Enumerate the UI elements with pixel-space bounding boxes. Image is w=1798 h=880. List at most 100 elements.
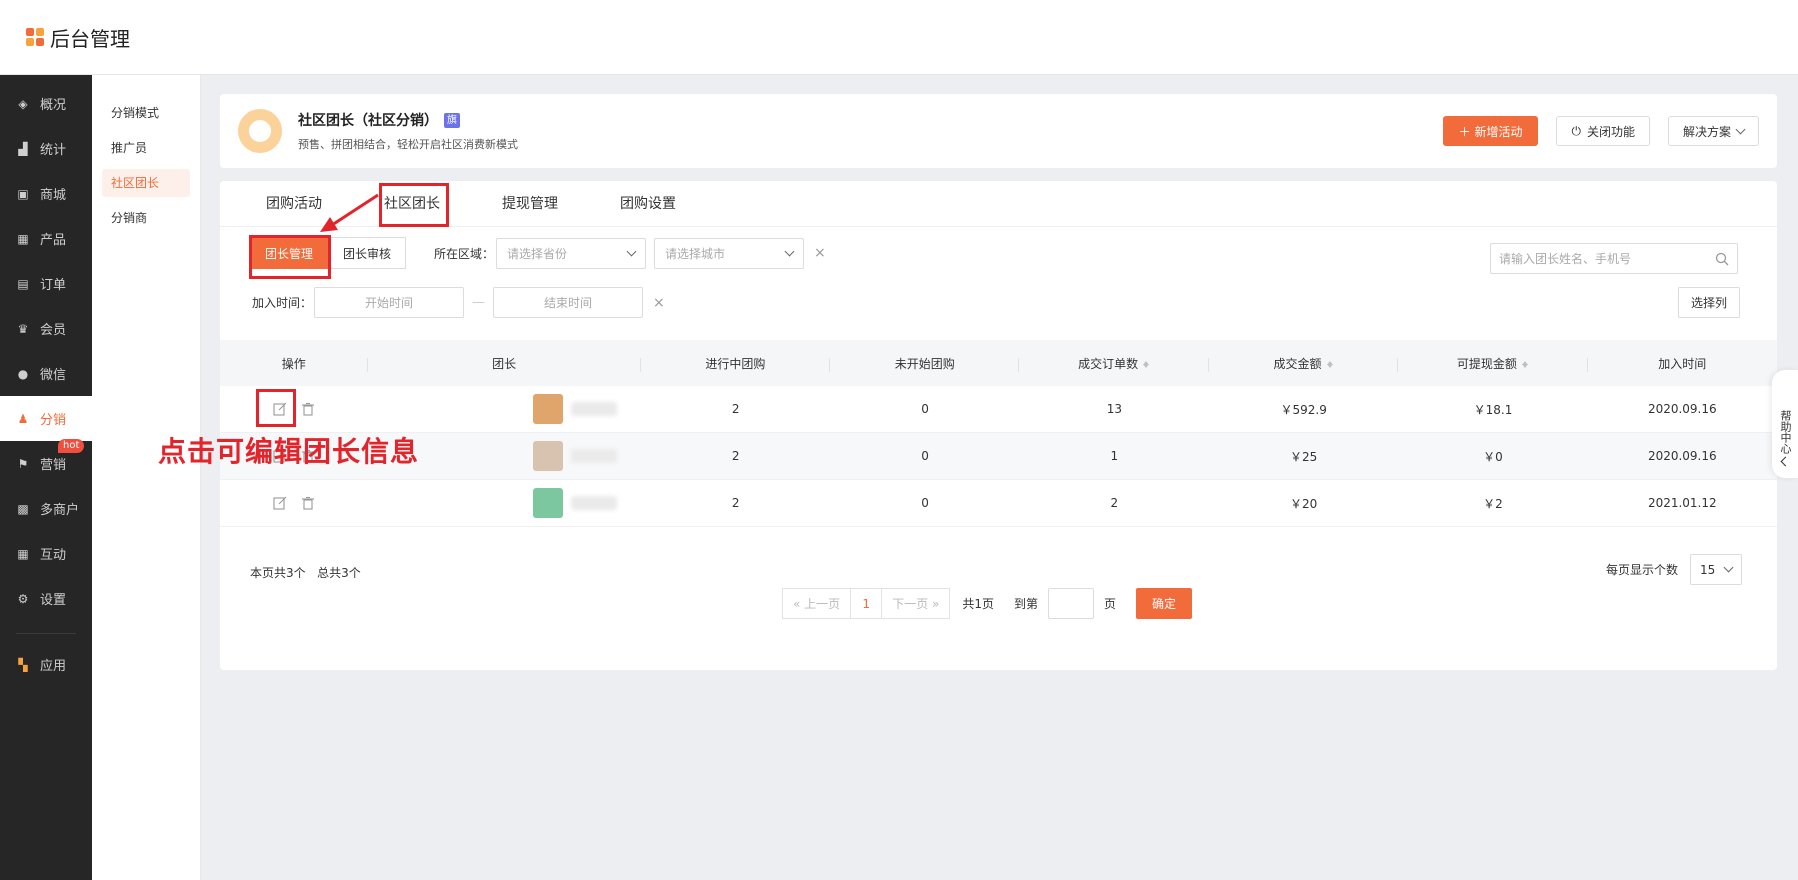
cell-withdrawable: ￥18.1 — [1473, 402, 1513, 417]
close-feature-label: 关闭功能 — [1586, 124, 1635, 139]
province-select[interactable]: 请选择省份 — [496, 237, 647, 269]
delete-icon[interactable] — [300, 495, 316, 511]
shop-icon: ▣ — [17, 186, 29, 201]
leader-review-button[interactable]: 团长审核 — [328, 237, 407, 269]
leader-avatar — [533, 488, 564, 518]
sidebar-item-label: 互动 — [40, 548, 67, 563]
sidebar-item-members[interactable]: ♛ 会员 — [0, 306, 92, 351]
chart-icon: ▟ — [18, 141, 28, 156]
search-placeholder: 请输入团长姓名、手机号 — [1499, 252, 1632, 266]
column-header-orders[interactable]: 成交订单数 — [1019, 355, 1210, 372]
page-number-button[interactable]: 1 — [851, 588, 882, 619]
sidebar-item-label: 微信 — [40, 368, 67, 383]
next-page-button[interactable]: 下一页 » — [881, 588, 951, 619]
cell-ongoing: 2 — [731, 402, 740, 416]
top-header: 后台管理 — [0, 0, 1798, 75]
city-select[interactable]: 请选择城市 — [654, 237, 805, 269]
logo-icon — [26, 28, 44, 46]
feature-description: 预售、拼团相结合，轻松开启社区消费新模式 — [298, 138, 518, 151]
power-icon: ⏻ — [1571, 123, 1581, 138]
delete-icon[interactable] — [300, 401, 316, 417]
gear-icon: ⚙ — [17, 591, 29, 606]
sort-icon[interactable] — [1142, 358, 1150, 368]
hot-badge: hot — [58, 439, 85, 453]
sidebar-item-overview[interactable]: ◈ 概况 — [0, 81, 92, 126]
sidebar-item-shop[interactable]: ▣ 商城 — [0, 171, 92, 216]
column-header-joined: 加入时间 — [1588, 355, 1777, 372]
app-title: 后台管理 — [50, 26, 130, 51]
sidebar-item-label: 营销 — [40, 458, 67, 473]
tab-group-buy-activities[interactable]: 团购活动 — [266, 181, 322, 227]
per-page-select[interactable]: 15 — [1690, 554, 1743, 585]
highlight-box-manage — [249, 235, 331, 279]
cell-pending: 0 — [921, 496, 929, 510]
highlight-box-tab — [379, 183, 449, 227]
search-icon — [1715, 252, 1729, 265]
version-badge: 旗 — [444, 112, 460, 128]
sort-icon[interactable] — [1326, 358, 1334, 368]
sidebar-item-apps[interactable]: ▚ 应用 — [0, 642, 92, 687]
time-separator: — — [472, 295, 486, 310]
new-activity-button[interactable]: ＋ 新增活动 — [1442, 116, 1539, 146]
cell-amount: ￥20 — [1290, 496, 1318, 511]
column-header-amount[interactable]: 成交金额 — [1209, 355, 1399, 372]
column-header-withdrawable[interactable]: 可提现金额 — [1398, 355, 1589, 372]
feature-title-text: 社区团长（社区分销） — [298, 113, 438, 129]
column-header-label: 进行中团购 — [705, 356, 766, 371]
sidebar-item-settings[interactable]: ⚙ 设置 — [0, 576, 92, 621]
subnav-item-promoter[interactable]: 推广员 — [102, 134, 190, 162]
subnav-item-community-leader[interactable]: 社区团长 — [102, 169, 190, 197]
sidebar-item-label: 订单 — [40, 278, 67, 293]
edit-icon[interactable] — [272, 495, 288, 511]
sidebar-item-label: 统计 — [40, 143, 67, 158]
column-header-label: 加入时间 — [1658, 356, 1707, 371]
tab-group-buy-settings[interactable]: 团购设置 — [620, 181, 676, 227]
row-actions — [220, 495, 367, 511]
sidebar-item-wechat[interactable]: ● 微信 — [0, 351, 92, 396]
sidebar-item-merchants[interactable]: ▩ 多商户 — [0, 486, 92, 531]
cell-orders: 1 — [1110, 449, 1119, 463]
close-feature-button[interactable]: ⏻ 关闭功能 — [1556, 116, 1650, 146]
main-sidebar: ◈ 概况 ▟ 统计 ▣ 商城 ▦ 产品 ▤ 订单 ♛ 会员 ● 微信 ♟ 分销 ⚑ 营销 hot ▩… — [0, 75, 92, 880]
crown-icon: ♛ — [17, 321, 29, 336]
cell-amount: ￥592.9 — [1280, 402, 1327, 417]
start-time-input[interactable]: 开始时间 — [314, 287, 465, 318]
tab-withdrawal[interactable]: 提现管理 — [502, 181, 558, 227]
clear-region-icon[interactable]: × — [814, 245, 826, 261]
clear-time-icon[interactable]: × — [653, 295, 665, 311]
apps-icon: ▦ — [17, 546, 29, 561]
sidebar-item-products[interactable]: ▦ 产品 — [0, 216, 92, 261]
goto-label: 到第 — [1014, 597, 1039, 611]
column-header-actions: 操作 — [220, 355, 368, 372]
cell-joined: 2021.01.12 — [1647, 496, 1717, 510]
solution-dropdown[interactable]: 解决方案 — [1667, 116, 1759, 146]
sidebar-item-marketing[interactable]: ⚑ 营销 hot — [0, 439, 92, 486]
cell-withdrawable: ￥0 — [1483, 449, 1503, 464]
user-icon: ♟ — [17, 411, 29, 426]
sidebar-item-label: 设置 — [40, 593, 67, 608]
goto-page-input[interactable] — [1048, 588, 1095, 619]
end-time-input[interactable]: 结束时间 — [493, 287, 644, 318]
sidebar-item-stats[interactable]: ▟ 统计 — [0, 126, 92, 171]
sidebar-item-interaction[interactable]: ▦ 互动 — [0, 531, 92, 576]
sidebar-item-orders[interactable]: ▤ 订单 — [0, 261, 92, 306]
prev-page-button[interactable]: « 上一页 — [782, 588, 852, 619]
select-columns-button[interactable]: 选择列 — [1678, 287, 1741, 318]
help-center-tab[interactable]: 帮助中心 — [1772, 370, 1798, 478]
goto-confirm-button[interactable]: 确定 — [1136, 588, 1193, 619]
column-header-label: 未开始团购 — [894, 356, 955, 371]
column-header-pending: 未开始团购 — [830, 355, 1020, 372]
sidebar-item-distribution[interactable]: ♟ 分销 — [0, 396, 92, 441]
subnav-item-mode[interactable]: 分销模式 — [102, 99, 190, 127]
next-page-label: 下一页 — [892, 597, 929, 611]
sort-icon[interactable] — [1521, 358, 1529, 368]
chevron-down-icon — [1723, 562, 1734, 573]
subnav-item-distributor[interactable]: 分销商 — [102, 204, 190, 232]
cell-pending: 0 — [921, 402, 929, 416]
double-chevron-left-icon: « — [793, 596, 801, 611]
leader-name-blurred — [571, 449, 618, 463]
leader-search-input[interactable]: 请输入团长姓名、手机号 — [1490, 243, 1738, 274]
app-grid-icon: ▚ — [18, 657, 28, 672]
column-header-label: 成交订单数 — [1078, 356, 1139, 371]
highlight-box-edit — [256, 389, 296, 427]
